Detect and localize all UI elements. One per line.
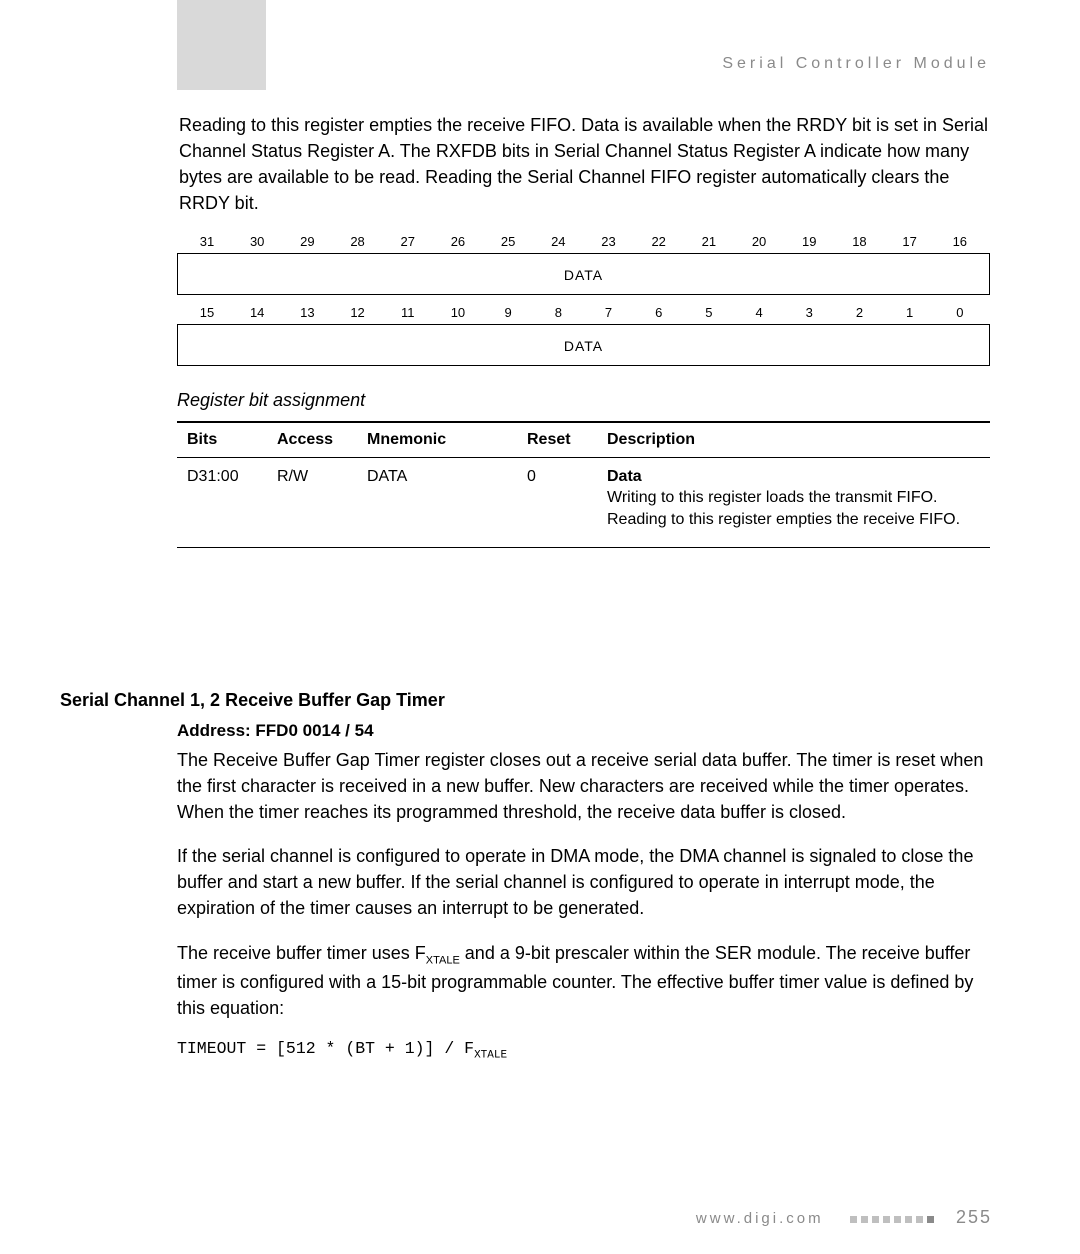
cell-access: R/W [267,458,357,548]
bit-number: 1 [888,305,932,320]
cell-reset: 0 [517,458,597,548]
bit-number: 18 [837,234,881,249]
equation: TIMEOUT = [512 * (BT + 1)] / FXTALE [177,1039,990,1061]
section-title: Serial Channel 1, 2 Receive Buffer Gap T… [60,690,990,711]
bit-number: 20 [737,234,781,249]
desc-line-2: Reading to this register empties the rec… [607,511,980,529]
bit-number: 19 [787,234,831,249]
bit-row-lower: 1514131211109876543210 [177,305,990,324]
bit-number: 24 [536,234,580,249]
cell-description: Data Writing to this register loads the … [597,458,990,548]
bit-number: 9 [486,305,530,320]
section2-para3: The receive buffer timer uses FXTALE and… [177,940,990,1022]
col-mnemonic: Mnemonic [357,422,517,458]
footer-url: www.digi.com [696,1210,824,1227]
desc-title: Data [607,468,980,486]
bit-number: 4 [737,305,781,320]
bit-number: 15 [185,305,229,320]
bit-number: 0 [938,305,982,320]
cell-mnemonic: DATA [357,458,517,548]
bit-number: 30 [235,234,279,249]
section2-para2: If the serial channel is configured to o… [177,843,990,921]
bit-number: 13 [285,305,329,320]
bit-number: 6 [637,305,681,320]
bit-number: 27 [386,234,430,249]
bit-number: 8 [536,305,580,320]
bit-number: 17 [888,234,932,249]
bit-number: 7 [587,305,631,320]
desc-line-1: Writing to this register loads the trans… [607,489,980,507]
register-table: Bits Access Mnemonic Reset Description D… [177,421,990,548]
bit-number: 29 [285,234,329,249]
col-description: Description [597,422,990,458]
bit-number: 3 [787,305,831,320]
subscript-xtale-eq: XTALE [474,1050,507,1062]
register-assignment-heading: Register bit assignment [177,390,990,411]
footer-dots [848,1210,942,1227]
table-row: D31:00 R/W DATA 0 Data Writing to this r… [177,458,990,548]
bit-number: 31 [185,234,229,249]
intro-paragraph: Reading to this register empties the rec… [179,112,990,216]
page-number: 255 [956,1207,992,1227]
bit-number: 25 [486,234,530,249]
col-access: Access [267,422,357,458]
bit-number: 21 [687,234,731,249]
col-bits: Bits [177,422,267,458]
bit-field-lower: DATA [177,324,990,366]
bit-number: 14 [235,305,279,320]
bit-number: 22 [637,234,681,249]
bit-number: 28 [336,234,380,249]
section2-para1: The Receive Buffer Gap Timer register cl… [177,747,990,825]
subscript-xtale: XTALE [426,954,460,966]
bit-number: 16 [938,234,982,249]
header-title: Serial Controller Module [722,55,990,73]
bit-number: 10 [436,305,480,320]
col-reset: Reset [517,422,597,458]
address-line: Address: FFD0 0014 / 54 [177,721,990,741]
bit-number: 5 [687,305,731,320]
bit-row-upper: 31 30 29 28 27 26 25 24 23 22 21 20 19 18 17 16 [177,234,990,253]
cell-bits: D31:00 [177,458,267,548]
bit-number: 11 [386,305,430,320]
header-band [177,0,266,90]
footer: www.digi.com 255 [696,1207,992,1228]
bit-number: 26 [436,234,480,249]
bit-number: 2 [837,305,881,320]
bit-diagram: 31302928272625242322212019181716 DATA 15… [177,234,990,366]
bit-number: 12 [336,305,380,320]
bit-number: 23 [587,234,631,249]
bit-field-upper: DATA [177,253,990,295]
